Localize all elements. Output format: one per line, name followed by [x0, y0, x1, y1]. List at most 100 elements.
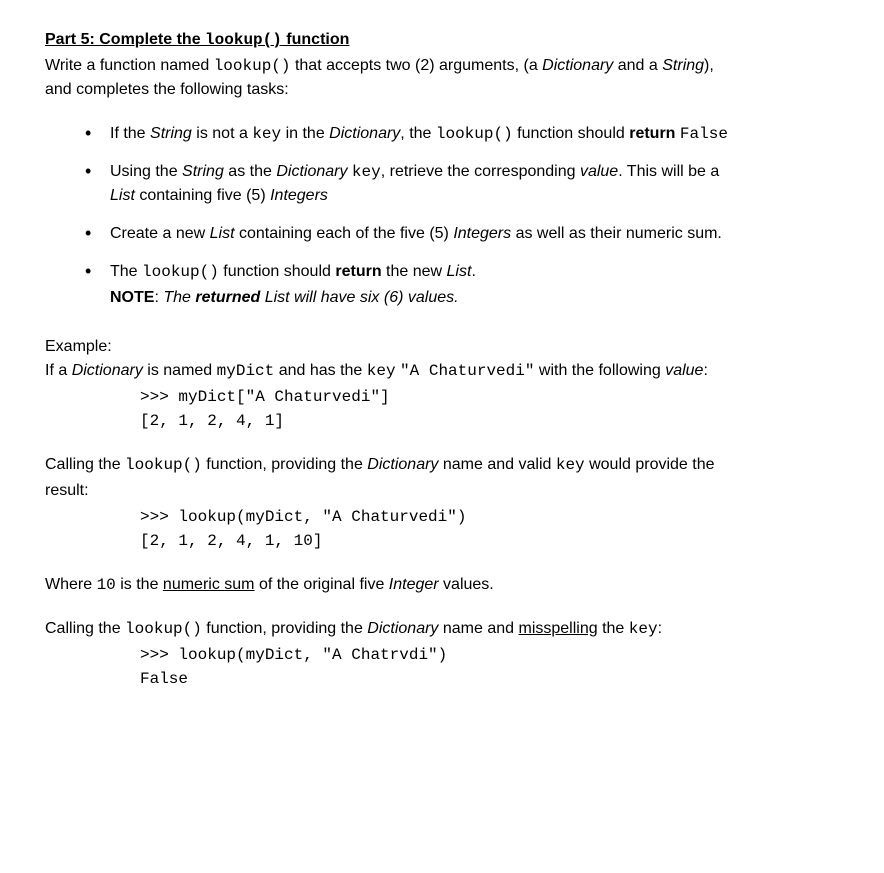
heading-suffix: function: [282, 31, 350, 48]
intro-line-1: Write a function named lookup() that acc…: [45, 54, 839, 78]
text: The: [163, 289, 195, 306]
bold-text: return: [629, 125, 675, 142]
text: :: [703, 362, 707, 379]
code-text: 10: [97, 576, 116, 594]
code-text: lookup(): [142, 263, 219, 281]
code-line: >>> lookup(myDict, "A Chaturvedi"): [140, 505, 839, 529]
text: containing each of the five (5): [235, 225, 454, 242]
text: that accepts two (2) arguments, (a: [291, 57, 543, 74]
text: Using the: [110, 163, 182, 180]
text: the: [598, 620, 629, 637]
text: function, providing the: [202, 620, 367, 637]
text: function should: [513, 125, 630, 142]
code-block-3: >>> lookup(myDict, "A Chatrvdi") False: [45, 643, 839, 691]
italic-text: Dictionary: [329, 125, 400, 142]
text: If a: [45, 362, 72, 379]
underline-text: misspelling: [519, 620, 598, 637]
text: is named: [143, 362, 217, 379]
text: The: [110, 263, 142, 280]
code-line: >>> myDict["A Chaturvedi"]: [140, 385, 839, 409]
text: Calling the: [45, 456, 125, 473]
text: If the: [110, 125, 150, 142]
italic-text: Dictionary: [367, 620, 438, 637]
note-italic: The returned List will have six (6) valu…: [163, 289, 458, 306]
italic-text: Dictionary: [276, 163, 347, 180]
list-item: The lookup() function should return the …: [85, 260, 839, 310]
italic-text: value: [580, 163, 618, 180]
note-line: NOTE: The returned List will have six (6…: [110, 286, 839, 310]
task-list: If the String is not a key in the Dictio…: [45, 122, 839, 310]
list-item: If the String is not a key in the Dictio…: [85, 122, 839, 146]
example-label: Example:: [45, 335, 839, 359]
text: . This will be a: [618, 163, 719, 180]
italic-text: List: [110, 187, 135, 204]
text: with the following: [534, 362, 665, 379]
text: ),: [704, 57, 714, 74]
text: as the: [224, 163, 276, 180]
list-item-line2: List containing five (5) Integers: [110, 184, 839, 208]
bold-text: return: [335, 263, 381, 280]
text: and has the: [274, 362, 367, 379]
italic-text: value: [665, 362, 703, 379]
underline-text: numeric sum: [163, 576, 255, 593]
text: the new: [382, 263, 447, 280]
code-text: myDict: [217, 362, 275, 380]
italic-text: String: [150, 125, 192, 142]
code-text: key: [352, 163, 381, 181]
text: , the: [400, 125, 436, 142]
code-block-2: >>> lookup(myDict, "A Chaturvedi") [2, 1…: [45, 505, 839, 553]
italic-text: List: [447, 263, 472, 280]
code-block-1: >>> myDict["A Chaturvedi"] [2, 1, 2, 4, …: [45, 385, 839, 433]
code-text: lookup(): [125, 456, 202, 474]
code-text: lookup(): [214, 57, 291, 75]
italic-text: String: [662, 57, 704, 74]
document-content: Part 5: Complete the lookup() function W…: [45, 28, 839, 691]
code-text: key: [556, 456, 585, 474]
code-text: "A Chaturvedi": [400, 362, 534, 380]
text: function, providing the: [202, 456, 367, 473]
italic-text: Integer: [389, 576, 439, 593]
text: in the: [281, 125, 329, 142]
code-line: >>> lookup(myDict, "A Chatrvdi"): [140, 643, 839, 667]
italic-text: Dictionary: [72, 362, 143, 379]
text: of the original five: [255, 576, 389, 593]
text: function should: [219, 263, 336, 280]
example-description: If a Dictionary is named myDict and has …: [45, 359, 839, 383]
italic-text: Dictionary: [367, 456, 438, 473]
calling-paragraph-1b: result:: [45, 479, 839, 503]
bold-text: NOTE: [110, 289, 154, 306]
italic-text: Integers: [270, 187, 328, 204]
text: and a: [613, 57, 662, 74]
text: containing five (5): [135, 187, 270, 204]
section-heading: Part 5: Complete the lookup() function: [45, 28, 839, 52]
text: .: [471, 263, 475, 280]
code-text: key: [367, 362, 396, 380]
text: as well as their numeric sum.: [511, 225, 722, 242]
italic-text: String: [182, 163, 224, 180]
text: List will have six (6) values.: [260, 289, 458, 306]
text: is the: [116, 576, 163, 593]
code-line: [2, 1, 2, 4, 1, 10]: [140, 529, 839, 553]
text: :: [154, 289, 163, 306]
text: name and: [438, 620, 518, 637]
intro-paragraph: Write a function named lookup() that acc…: [45, 54, 839, 102]
italic-text: Dictionary: [542, 57, 613, 74]
text: values.: [439, 576, 494, 593]
text: , retrieve the corresponding: [381, 163, 580, 180]
text: Where: [45, 576, 97, 593]
text: would provide the: [585, 456, 715, 473]
list-item: Create a new List containing each of the…: [85, 222, 839, 246]
text: name and valid: [438, 456, 555, 473]
code-text: False: [680, 125, 728, 143]
text: :: [658, 620, 662, 637]
text: Write a function named: [45, 57, 214, 74]
code-line: False: [140, 667, 839, 691]
code-text: lookup(): [436, 125, 513, 143]
heading-prefix: Part 5: Complete the: [45, 31, 205, 48]
calling-paragraph-1: Calling the lookup() function, providing…: [45, 453, 839, 477]
italic-text: Integers: [453, 225, 511, 242]
intro-line-2: and completes the following tasks:: [45, 78, 839, 102]
code-line: [2, 1, 2, 4, 1]: [140, 409, 839, 433]
calling-paragraph-2: Calling the lookup() function, providing…: [45, 617, 839, 641]
heading-func: lookup(): [205, 31, 282, 49]
